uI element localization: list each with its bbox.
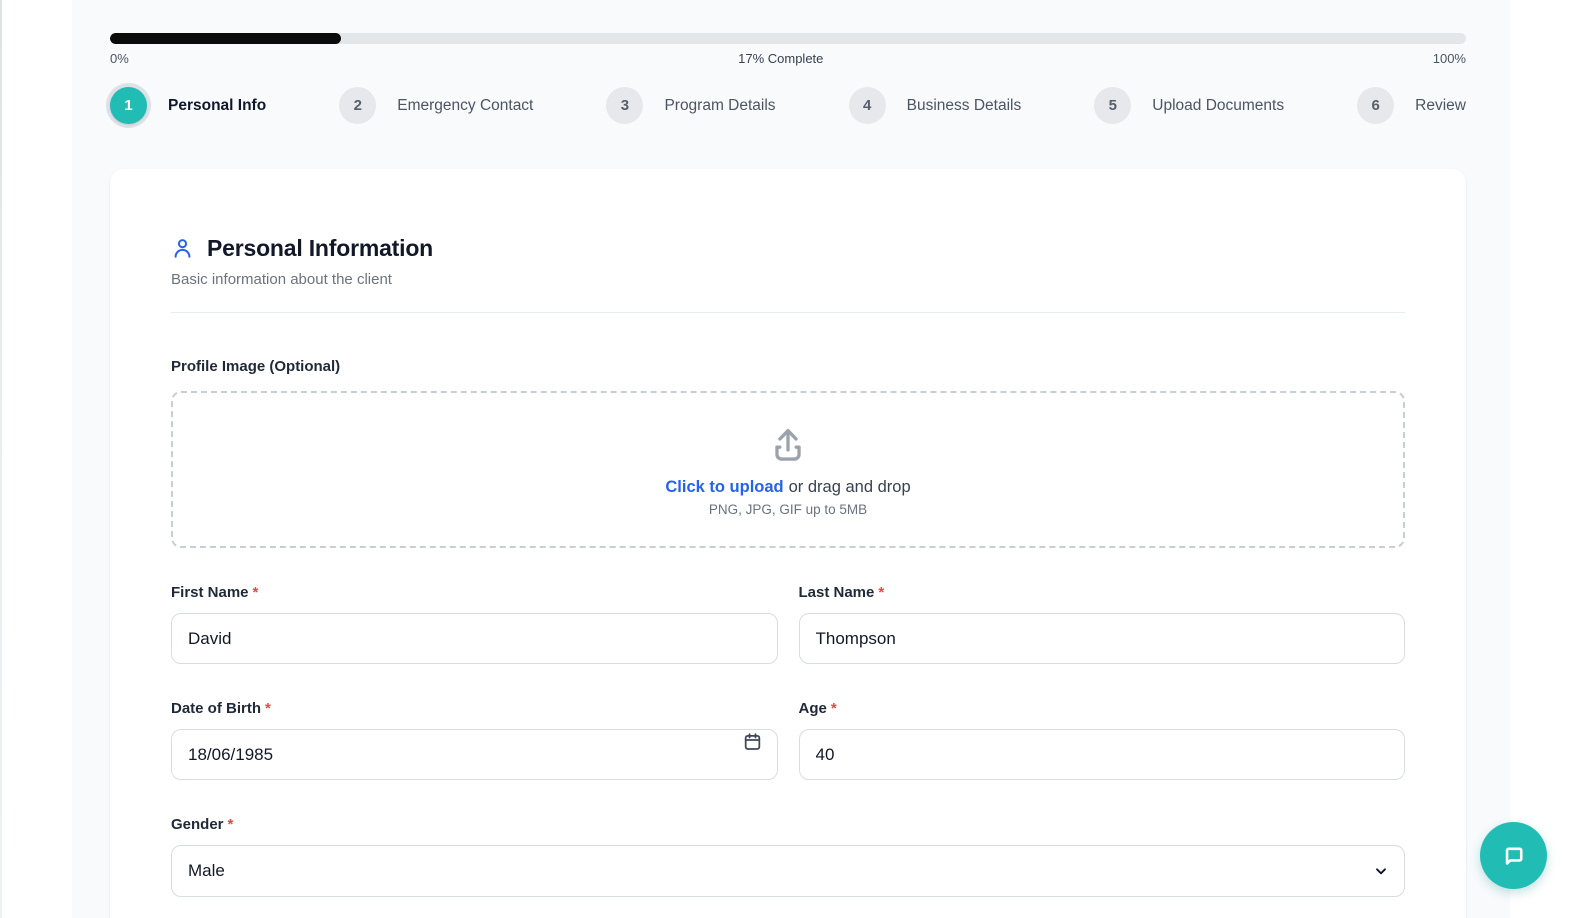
step-number-badge: 1 (110, 87, 147, 124)
step-program-details[interactable]: 3 Program Details (606, 87, 776, 124)
step-personal-info[interactable]: 1 Personal Info (110, 87, 266, 124)
last-name-label: Last Name * (798, 584, 885, 601)
gender-label: Gender * (171, 816, 234, 833)
upload-instructions: Click to upload or drag and drop (665, 478, 910, 497)
step-label: Business Details (906, 96, 1022, 114)
step-upload-documents[interactable]: 5 Upload Documents (1094, 87, 1284, 124)
progress-max-label: 100% (1432, 51, 1466, 66)
step-number-badge: 4 (848, 87, 886, 124)
required-asterisk: * (227, 816, 234, 833)
step-number-badge: 2 (339, 87, 377, 124)
age-label: Age * (798, 700, 837, 717)
chat-bubble-icon (1498, 840, 1529, 871)
click-to-upload-link[interactable]: Click to upload (665, 478, 783, 496)
step-emergency-contact[interactable]: 2 Emergency Contact (339, 87, 533, 124)
stepper: 1 Personal Info 2 Emergency Contact 3 Pr… (110, 87, 1466, 124)
first-name-label: First Name * (171, 584, 259, 601)
name-row: First Name* Last Name* (171, 584, 1405, 664)
step-label: Upload Documents (1152, 96, 1285, 114)
calendar-icon[interactable] (742, 731, 763, 752)
dob-input[interactable] (171, 729, 778, 780)
progress-labels: 0% 17% Complete 100% (110, 51, 1466, 66)
required-asterisk: * (252, 584, 259, 601)
required-asterisk: * (878, 584, 885, 601)
progress-min-label: 0% (110, 51, 129, 66)
step-business-details[interactable]: 4 Business Details (848, 87, 1022, 124)
content-column: 0% 17% Complete 100% 1 Personal Info 2 E… (110, 33, 1466, 918)
dob-field-group: Date of Birth * (171, 700, 778, 780)
card-subtitle: Basic information about the client (171, 271, 392, 288)
step-number-badge: 3 (606, 87, 644, 124)
step-label: Personal Info (168, 96, 267, 114)
page: 0% 17% Complete 100% 1 Personal Info 2 E… (0, 0, 1574, 918)
card-header: Personal Information (171, 235, 1405, 262)
dob-label: Date of Birth * (171, 700, 271, 717)
upload-icon (765, 423, 811, 465)
gender-select-value: Male (188, 861, 225, 880)
upload-hint: PNG, JPG, GIF up to 5MB (708, 501, 868, 517)
step-number-badge: 5 (1094, 87, 1132, 124)
card-title: Personal Information (207, 235, 434, 261)
step-label: Program Details (664, 96, 776, 114)
first-name-input[interactable] (171, 613, 778, 664)
profile-image-label: Profile Image (Optional) (171, 358, 341, 375)
gender-field-group: Gender * Male (171, 816, 1405, 897)
progress-fill (110, 33, 341, 44)
first-name-field-group: First Name * (171, 584, 778, 664)
user-icon (171, 236, 194, 261)
age-input[interactable] (798, 729, 1405, 780)
step-label: Emergency Contact (397, 96, 534, 114)
gender-row: Gender * Male (171, 816, 1405, 897)
required-asterisk: * (265, 700, 271, 717)
chevron-down-icon (1373, 863, 1389, 879)
progress-status-label: 17% Complete (738, 51, 824, 66)
personal-info-card: Personal Information Basic information a… (110, 169, 1466, 918)
step-review[interactable]: 6 Review (1357, 87, 1466, 124)
drag-drop-text: or drag and drop (788, 477, 911, 496)
required-asterisk: * (830, 700, 837, 717)
age-field-group: Age * (798, 700, 1405, 780)
progress-bar (110, 33, 1466, 44)
last-name-field-group: Last Name * (798, 584, 1405, 664)
left-edge-divider (0, 0, 2, 918)
profile-image-dropzone[interactable]: Click to upload or drag and drop PNG, JPG… (171, 391, 1405, 548)
dob-age-row: Date of Birth* Age* (171, 700, 1405, 780)
last-name-input[interactable] (798, 613, 1405, 664)
gender-select[interactable]: Male (171, 845, 1405, 897)
header-divider (171, 312, 1405, 313)
main-panel: 0% 17% Complete 100% 1 Personal Info 2 E… (72, 0, 1510, 918)
step-number-badge: 6 (1357, 87, 1395, 124)
step-label: Review (1415, 96, 1466, 114)
chat-button[interactable] (1480, 822, 1547, 889)
